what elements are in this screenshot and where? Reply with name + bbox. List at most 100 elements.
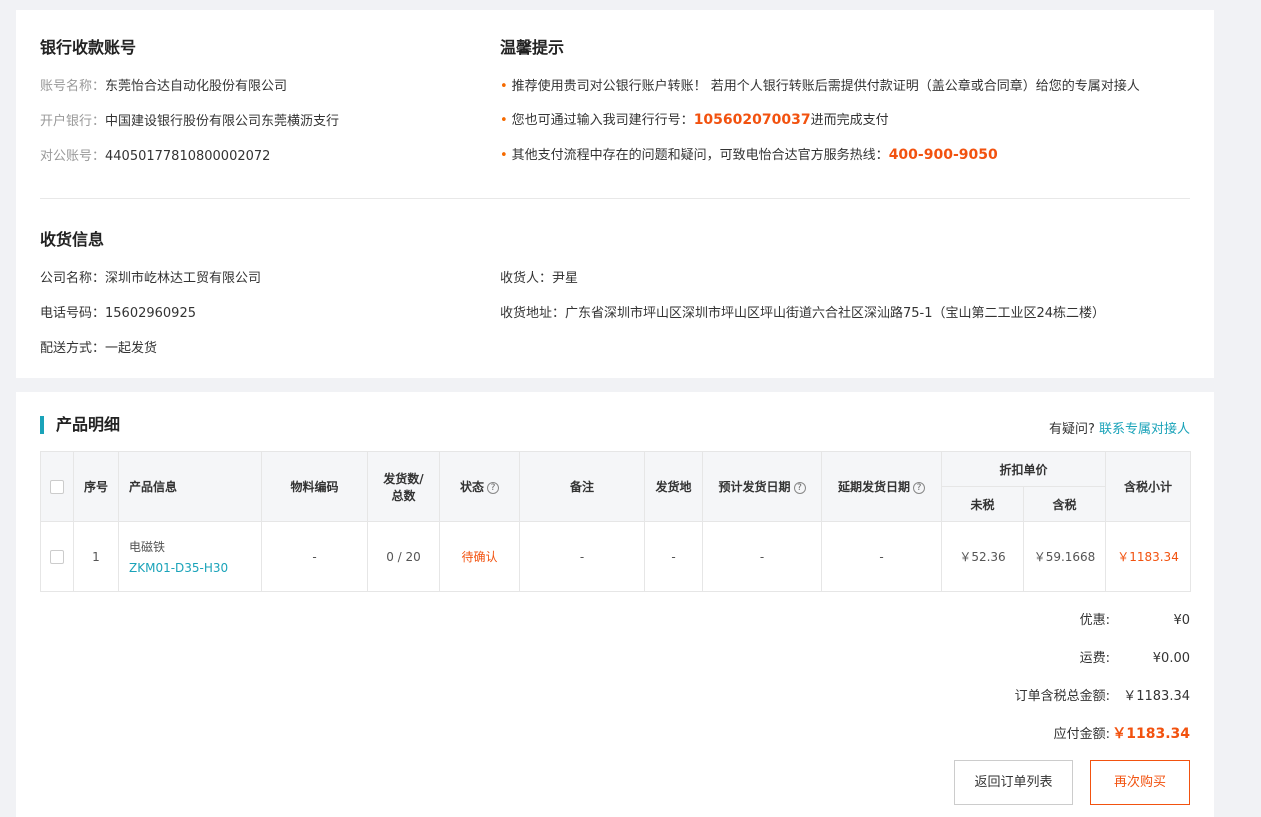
header-product: 产品信息 bbox=[118, 451, 262, 522]
discount-value: ¥0 bbox=[1173, 613, 1190, 628]
row-select-cell bbox=[40, 521, 74, 592]
total-value: ￥1183.34 bbox=[1123, 689, 1190, 704]
shipping-title: 收货信息 bbox=[40, 230, 105, 249]
header-subtotal: 含税小计 bbox=[1105, 451, 1192, 522]
header-status-label: 状态 bbox=[459, 480, 484, 494]
address-label: 收货地址： bbox=[500, 306, 566, 321]
payable-row: 应付金额: ￥1183.34 bbox=[1054, 723, 1190, 743]
row-product: 电磁铁 ZKM01-D35-H30 bbox=[118, 521, 262, 592]
header-ship-qty: 发货数/总数 bbox=[367, 451, 440, 522]
row-price-no-tax: ￥52.36 bbox=[941, 521, 1024, 592]
discount-label: 优惠: bbox=[1079, 613, 1110, 628]
bank-value: 中国建设银行股份有限公司东莞横沥支行 bbox=[105, 114, 340, 129]
bank-code: 105602070037 bbox=[693, 112, 811, 128]
select-all-cell bbox=[40, 451, 74, 522]
row-origin: - bbox=[644, 521, 703, 592]
header-status: 状态? bbox=[439, 451, 520, 522]
bank-title: 银行收款账号 bbox=[40, 38, 137, 57]
freight-row: 运费: ¥0.00 bbox=[1080, 647, 1190, 666]
row-status: 待确认 bbox=[439, 521, 520, 592]
tip-3-text: 其他支付流程中存在的问题和疑问，可致电怡合达官方服务热线： bbox=[511, 148, 889, 163]
header-plan-date-label: 预计发货日期 bbox=[718, 480, 791, 494]
tip-1-text: 推荐使用贵司对公银行账户转账！ 若用个人银行转账后需提供付款证明（盖公章或合同章… bbox=[511, 79, 1140, 94]
row-checkbox[interactable] bbox=[50, 549, 64, 564]
back-to-orders-button[interactable]: 返回订单列表 bbox=[954, 760, 1073, 805]
row-delay-date: - bbox=[821, 521, 942, 592]
select-all-checkbox[interactable] bbox=[50, 479, 64, 494]
bullet-icon: • bbox=[500, 113, 508, 128]
payable-label: 应付金额: bbox=[1053, 727, 1110, 742]
header-material: 物料编码 bbox=[261, 451, 368, 522]
table-row: 1 电磁铁 ZKM01-D35-H30 - 0 / 20 待确认 - - - -… bbox=[40, 521, 1192, 592]
tip-3: • 其他支付流程中存在的问题和疑问，可致电怡合达官方服务热线：400-900-90… bbox=[500, 144, 998, 163]
row-seq: 1 bbox=[73, 521, 119, 592]
receiver-row: 收货人：尹星 bbox=[500, 267, 578, 286]
header-remark: 备注 bbox=[519, 451, 645, 522]
tip-2: • 您也可通过输入我司建行行号：105602070037进而完成支付 bbox=[500, 109, 889, 128]
row-price-tax: ￥59.1668 bbox=[1022, 521, 1107, 592]
product-detail-title: 产品明细 bbox=[40, 416, 120, 434]
tips-title: 温馨提示 bbox=[500, 38, 565, 57]
product-detail-card: 产品明细 有疑问? 联系专属对接人 序号 产品信息 物料编码 发货数/总数 状态… bbox=[16, 392, 1214, 817]
tip-2-suffix: 进而完成支付 bbox=[810, 113, 889, 128]
tip-1: • 推荐使用贵司对公银行账户转账！ 若用个人银行转账后需提供付款证明（盖公章或合同… bbox=[500, 75, 1140, 94]
header-ship-qty-line1: 发货数/ bbox=[383, 471, 424, 486]
phone-value: 15602960925 bbox=[105, 306, 196, 321]
company-value: 深圳市屹林达工贸有限公司 bbox=[105, 271, 262, 286]
contact-row: 有疑问? 联系专属对接人 bbox=[1049, 418, 1190, 437]
receiver-value: 尹星 bbox=[552, 271, 579, 286]
discount-row: 优惠: ¥0 bbox=[1080, 609, 1190, 628]
address-value: 广东省深圳市坪山区深圳市坪山区坪山街道六合社区深汕路75-1（宝山第二工业区24… bbox=[565, 306, 1106, 321]
hotline: 400-900-9050 bbox=[888, 147, 998, 163]
header-plan-date: 预计发货日期? bbox=[702, 451, 822, 522]
tip-2-text: 您也可通过输入我司建行行号： bbox=[511, 113, 694, 128]
header-delay-date-label: 延期发货日期 bbox=[837, 480, 910, 494]
row-qty: 0 / 20 bbox=[367, 521, 440, 592]
bullet-icon: • bbox=[500, 148, 508, 163]
bullet-icon: • bbox=[500, 79, 508, 94]
total-row: 订单含税总金额: ￥1183.34 bbox=[1015, 685, 1190, 704]
header-tax: 含税 bbox=[1022, 486, 1107, 522]
header-unit-price: 折扣单价 bbox=[940, 451, 1107, 487]
freight-label: 运费: bbox=[1079, 651, 1110, 666]
row-plan-date: - bbox=[702, 521, 822, 592]
freight-value: ¥0.00 bbox=[1152, 651, 1190, 666]
bank-label: 开户银行： bbox=[40, 114, 106, 129]
account-name-row: 账号名称：东莞怡合达自动化股份有限公司 bbox=[40, 75, 287, 94]
header-ship-qty-line2: 总数 bbox=[391, 488, 416, 503]
product-table: 序号 产品信息 物料编码 发货数/总数 状态? 备注 发货地 预计发货日期? 延… bbox=[40, 451, 1192, 592]
row-subtotal: ￥1183.34 bbox=[1105, 521, 1192, 592]
header-seq: 序号 bbox=[73, 451, 119, 522]
address-row: 收货地址：广东省深圳市坪山区深圳市坪山区坪山街道六合社区深汕路75-1（宝山第二… bbox=[500, 302, 1105, 321]
account-no-value: 44050177810800002072 bbox=[105, 149, 271, 164]
row-material: - bbox=[261, 521, 368, 592]
delivery-label: 配送方式： bbox=[40, 341, 106, 356]
header-origin: 发货地 bbox=[644, 451, 703, 522]
header-delay-date: 延期发货日期? bbox=[821, 451, 942, 522]
divider bbox=[40, 198, 1190, 199]
buy-again-button[interactable]: 再次购买 bbox=[1090, 760, 1190, 805]
phone-row: 电话号码：15602960925 bbox=[40, 302, 196, 321]
contact-link[interactable]: 联系专属对接人 bbox=[1099, 422, 1190, 437]
company-row: 公司名称：深圳市屹林达工贸有限公司 bbox=[40, 267, 261, 286]
payment-info-card: 银行收款账号 账号名称：东莞怡合达自动化股份有限公司 开户银行：中国建设银行股份… bbox=[16, 10, 1214, 378]
account-name-label: 账号名称： bbox=[40, 79, 106, 94]
payable-value: ￥1183.34 bbox=[1112, 726, 1190, 742]
account-no-row: 对公账号：44050177810800002072 bbox=[40, 145, 270, 164]
help-icon[interactable]: ? bbox=[487, 482, 499, 494]
total-label: 订单含税总金额: bbox=[1014, 689, 1110, 704]
delivery-row: 配送方式：一起发货 bbox=[40, 337, 157, 356]
account-name-value: 东莞怡合达自动化股份有限公司 bbox=[105, 79, 288, 94]
help-icon[interactable]: ? bbox=[793, 482, 806, 494]
row-remark: - bbox=[519, 521, 645, 592]
product-name: 电磁铁 bbox=[129, 540, 166, 554]
question-text: 有疑问? bbox=[1048, 422, 1095, 437]
bank-row: 开户银行：中国建设银行股份有限公司东莞横沥支行 bbox=[40, 110, 339, 129]
header-no-tax: 未税 bbox=[941, 486, 1024, 522]
delivery-value: 一起发货 bbox=[105, 341, 158, 356]
receiver-label: 收货人： bbox=[500, 271, 553, 286]
product-code-link[interactable]: ZKM01-D35-H30 bbox=[129, 561, 261, 575]
help-icon[interactable]: ? bbox=[913, 482, 925, 494]
account-no-label: 对公账号： bbox=[40, 149, 106, 164]
company-label: 公司名称： bbox=[40, 271, 106, 286]
